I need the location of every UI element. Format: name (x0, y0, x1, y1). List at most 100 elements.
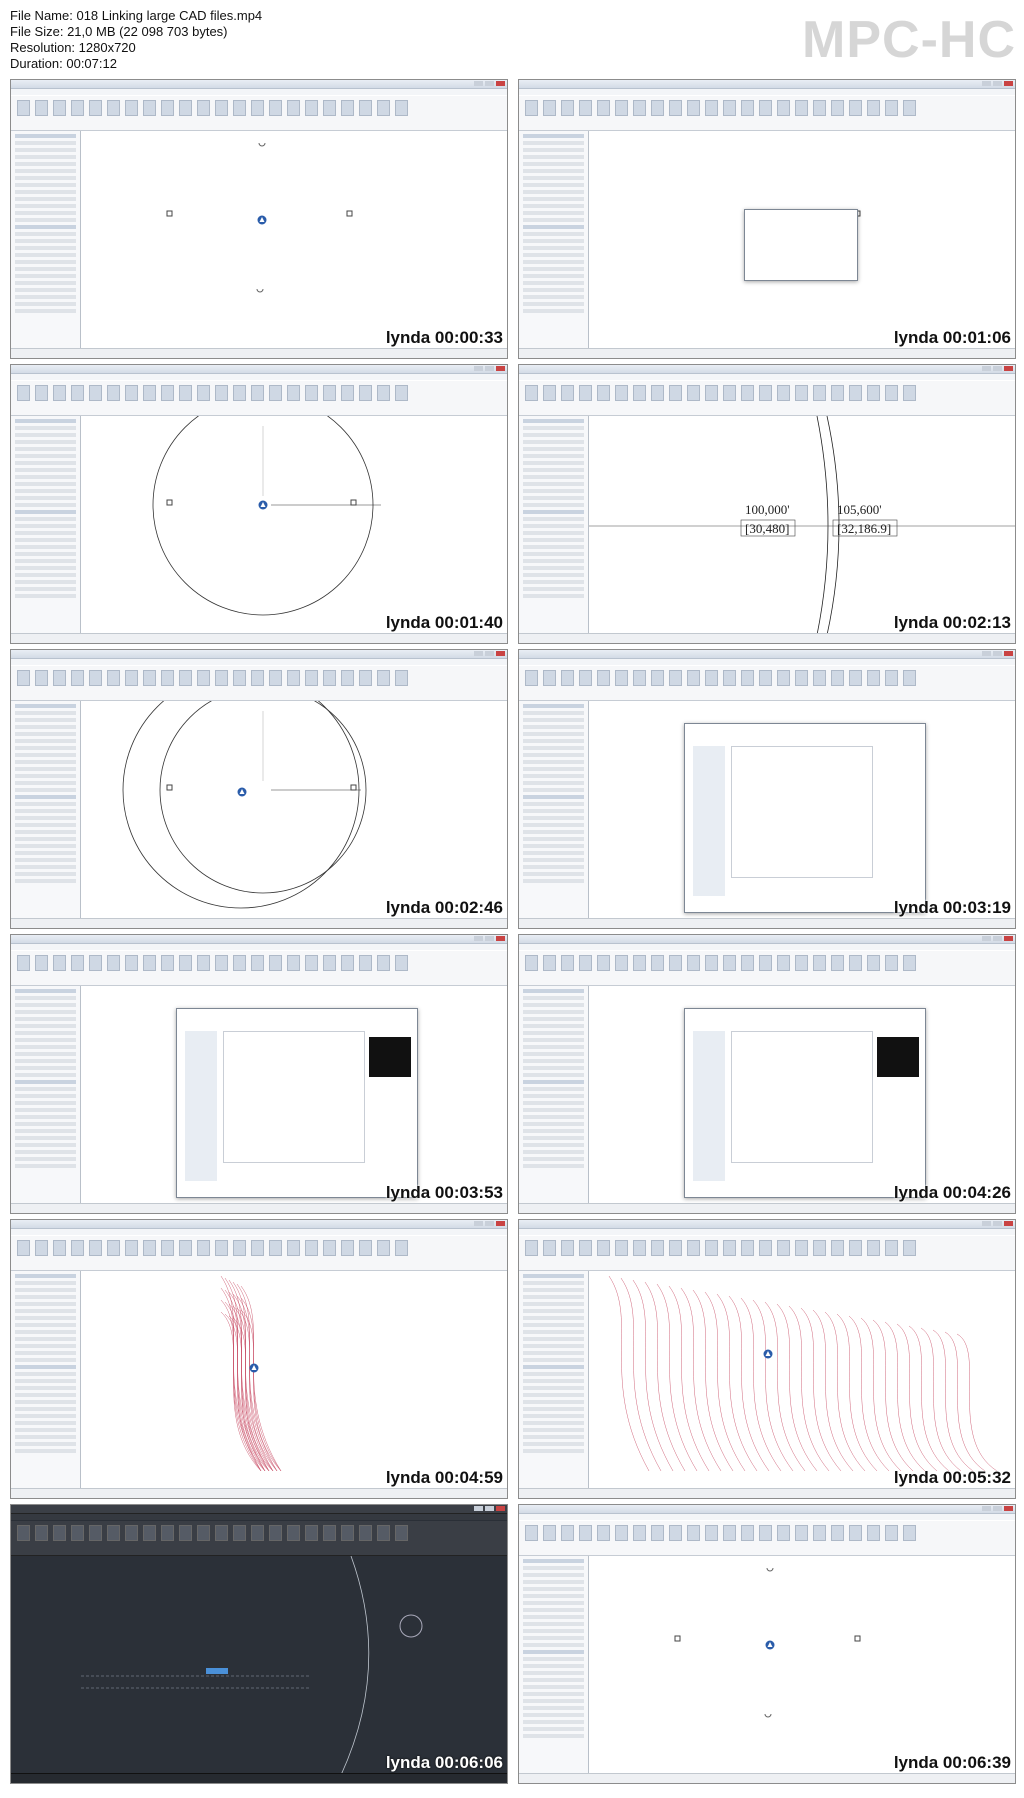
ribbon-button[interactable] (759, 100, 772, 116)
ribbon-button[interactable] (179, 1240, 192, 1256)
ribbon-button[interactable] (287, 385, 300, 401)
ribbon-button[interactable] (35, 100, 48, 116)
ribbon-tabs[interactable] (519, 1229, 1015, 1235)
ribbon-button[interactable] (543, 100, 556, 116)
ribbon-button[interactable] (597, 100, 610, 116)
ribbon-button[interactable] (125, 955, 138, 971)
ribbon-tabs[interactable] (11, 1514, 507, 1520)
ribbon-button[interactable] (903, 100, 916, 116)
ribbon-button[interactable] (53, 955, 66, 971)
ribbon[interactable] (11, 1521, 507, 1556)
properties-palette[interactable] (519, 131, 589, 348)
ribbon-button[interactable] (831, 385, 844, 401)
ribbon-button[interactable] (179, 670, 192, 686)
ribbon-button[interactable] (813, 1240, 826, 1256)
ribbon-button[interactable] (849, 385, 862, 401)
ribbon-button[interactable] (705, 955, 718, 971)
ribbon-button[interactable] (359, 955, 372, 971)
ribbon-button[interactable] (669, 1525, 682, 1541)
ribbon-tabs[interactable] (11, 89, 507, 95)
ribbon-button[interactable] (251, 670, 264, 686)
ribbon-button[interactable] (341, 670, 354, 686)
ribbon-button[interactable] (35, 670, 48, 686)
file-list[interactable] (731, 1031, 873, 1163)
properties-palette[interactable] (519, 986, 589, 1203)
ribbon-button[interactable] (89, 385, 102, 401)
ribbon-tabs[interactable] (519, 1514, 1015, 1520)
ribbon-tabs[interactable] (519, 944, 1015, 950)
ribbon-button[interactable] (269, 955, 282, 971)
ribbon-button[interactable] (377, 100, 390, 116)
ribbon-button[interactable] (903, 1240, 916, 1256)
ribbon-button[interactable] (107, 670, 120, 686)
ribbon-button[interactable] (723, 955, 736, 971)
ribbon-button[interactable] (561, 100, 574, 116)
ribbon-button[interactable] (161, 100, 174, 116)
ribbon-button[interactable] (669, 1240, 682, 1256)
ribbon-tabs[interactable] (11, 659, 507, 665)
ribbon-button[interactable] (395, 1525, 408, 1541)
ribbon-button[interactable] (543, 385, 556, 401)
ribbon-button[interactable] (795, 670, 808, 686)
ribbon-button[interactable] (287, 100, 300, 116)
ribbon[interactable] (519, 666, 1015, 701)
ribbon-button[interactable] (305, 1240, 318, 1256)
ribbon-tabs[interactable] (519, 659, 1015, 665)
ribbon[interactable] (11, 96, 507, 131)
ribbon-button[interactable] (71, 955, 84, 971)
import-cad-dialog[interactable] (684, 1008, 926, 1198)
ribbon-button[interactable] (341, 955, 354, 971)
ribbon-button[interactable] (597, 670, 610, 686)
drawing-canvas[interactable] (81, 701, 507, 918)
ribbon-button[interactable] (777, 670, 790, 686)
ribbon-button[interactable] (197, 670, 210, 686)
ribbon-button[interactable] (759, 955, 772, 971)
ribbon-button[interactable] (795, 385, 808, 401)
drawing-canvas[interactable] (589, 701, 1015, 918)
ribbon-button[interactable] (759, 670, 772, 686)
ribbon-button[interactable] (705, 385, 718, 401)
ribbon-button[interactable] (305, 100, 318, 116)
ribbon-button[interactable] (269, 100, 282, 116)
ribbon-button[interactable] (215, 100, 228, 116)
ribbon-button[interactable] (125, 1240, 138, 1256)
ribbon-button[interactable] (615, 100, 628, 116)
alert-dialog[interactable] (744, 209, 858, 281)
ribbon-button[interactable] (759, 1240, 772, 1256)
ribbon-button[interactable] (741, 1525, 754, 1541)
ribbon-button[interactable] (197, 955, 210, 971)
ribbon-button[interactable] (341, 1525, 354, 1541)
ribbon-button[interactable] (633, 1525, 646, 1541)
ribbon-button[interactable] (179, 100, 192, 116)
ribbon-button[interactable] (53, 670, 66, 686)
ribbon-button[interactable] (107, 1240, 120, 1256)
drawing-canvas[interactable] (589, 1271, 1015, 1488)
ribbon-button[interactable] (777, 1240, 790, 1256)
import-cad-dialog[interactable] (176, 1008, 418, 1198)
ribbon-button[interactable] (269, 1240, 282, 1256)
ribbon-button[interactable] (543, 670, 556, 686)
ribbon-button[interactable] (561, 670, 574, 686)
ribbon-button[interactable] (395, 385, 408, 401)
ribbon-button[interactable] (323, 670, 336, 686)
drawing-canvas[interactable] (11, 1556, 507, 1775)
ribbon-button[interactable] (161, 955, 174, 971)
drawing-canvas[interactable] (81, 416, 507, 633)
ribbon-button[interactable] (903, 670, 916, 686)
ribbon-button[interactable] (53, 1525, 66, 1541)
ribbon-button[interactable] (287, 1525, 300, 1541)
ribbon-button[interactable] (579, 100, 592, 116)
ribbon-button[interactable] (341, 100, 354, 116)
ribbon-button[interactable] (53, 385, 66, 401)
ribbon-button[interactable] (813, 670, 826, 686)
ribbon-button[interactable] (287, 1240, 300, 1256)
ribbon-button[interactable] (323, 1240, 336, 1256)
ribbon-button[interactable] (633, 670, 646, 686)
ribbon-button[interactable] (579, 670, 592, 686)
ribbon-button[interactable] (161, 385, 174, 401)
ribbon-button[interactable] (579, 1240, 592, 1256)
ribbon-button[interactable] (251, 385, 264, 401)
ribbon-button[interactable] (597, 385, 610, 401)
ribbon-button[interactable] (71, 385, 84, 401)
ribbon-button[interactable] (143, 1525, 156, 1541)
